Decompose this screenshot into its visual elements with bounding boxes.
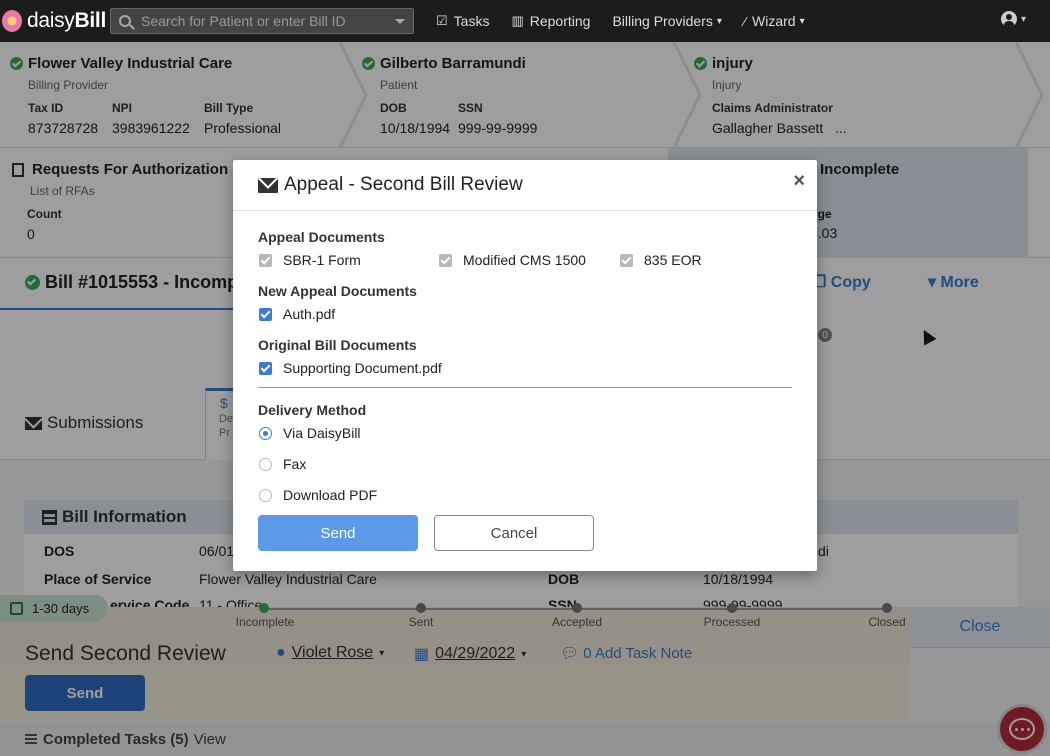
daisy-flower-icon [2,10,22,32]
checkbox-checked-icon [259,361,272,375]
checkbox-auth-pdf[interactable]: Auth.pdf [259,306,335,322]
nav-wizard-label: Wizard [752,13,796,29]
chevron-down-icon: ▾ [1020,13,1026,25]
envelope-icon [258,177,278,193]
checkbox-checked-icon [259,253,272,267]
checkbox-checked-icon [259,307,272,321]
via-daisybill-label: Via DaisyBill [283,425,361,441]
modified-cms-1500-label: Modified CMS 1500 [463,252,586,268]
checkbox-supporting-document[interactable]: Supporting Document.pdf [259,360,442,376]
checkbox-checked-icon [439,253,452,267]
delivery-method-label: Delivery Method [258,402,367,418]
logo-prefix: daisy [26,9,75,32]
clipboard-check-icon: ☑ [436,13,448,28]
nav-billing-providers[interactable]: Billing Providers ▾ [612,13,721,29]
radio-via-daisybill[interactable]: Via DaisyBill [259,425,361,441]
modal-divider [258,387,792,388]
checkbox-checked-icon [620,253,633,267]
search-box[interactable] [110,8,414,34]
radio-selected-icon [259,426,272,440]
cancel-button[interactable]: Cancel [434,515,594,551]
magic-wand-icon: ⁄ [743,13,747,29]
nav-tasks-label: Tasks [453,13,490,29]
search-dropdown-icon[interactable] [395,18,405,24]
radio-unselected-icon [259,457,272,471]
appeal-documents-label: Appeal Documents [258,229,385,245]
checkbox-modified-cms-1500[interactable]: Modified CMS 1500 [439,252,586,268]
nav-reporting[interactable]: ▥ Reporting [511,13,590,29]
sbr1-form-label: SBR-1 Form [283,252,361,268]
daisybill-logo[interactable]: daisyBill [2,9,106,33]
modal-title: Appeal - Second Bill Review [284,174,523,195]
fax-label: Fax [283,456,307,472]
search-icon [119,15,131,27]
radio-unselected-icon [259,488,272,502]
original-bill-documents-label: Original Bill Documents [258,337,417,353]
chevron-down-icon: ▾ [799,15,805,27]
search-input[interactable] [141,13,395,29]
user-menu[interactable]: ▾ [1000,11,1026,27]
radio-download-pdf[interactable]: Download PDF [259,487,377,503]
auth-pdf-label: Auth.pdf [283,306,336,322]
chevron-down-icon: ▾ [716,15,722,27]
bar-chart-icon: ▥ [511,13,524,28]
modal-header: Appeal - Second Bill Review [233,160,817,211]
appeal-modal: Appeal - Second Bill Review × Appeal Doc… [233,160,817,571]
new-appeal-documents-label: New Appeal Documents [258,283,417,299]
logo-suffix: Bill [74,9,107,32]
top-navigation: daisyBill ☑ Tasks ▥ Reporting Billing Pr… [0,0,1050,42]
nav-wizard[interactable]: ⁄ Wizard ▾ [744,13,805,29]
nav-billing-providers-label: Billing Providers [612,13,713,29]
close-icon[interactable]: × [793,170,805,193]
radio-fax[interactable]: Fax [259,456,306,472]
checkbox-835-eor[interactable]: 835 EOR [620,252,702,268]
nav-tasks[interactable]: ☑ Tasks [436,13,489,29]
eor-835-label: 835 EOR [644,252,702,268]
supporting-document-label: Supporting Document.pdf [283,360,442,376]
user-avatar-icon [1000,11,1017,27]
checkbox-sbr1-form[interactable]: SBR-1 Form [259,252,361,268]
nav-reporting-label: Reporting [529,13,591,29]
send-button[interactable]: Send [258,515,418,551]
download-pdf-label: Download PDF [283,487,378,503]
